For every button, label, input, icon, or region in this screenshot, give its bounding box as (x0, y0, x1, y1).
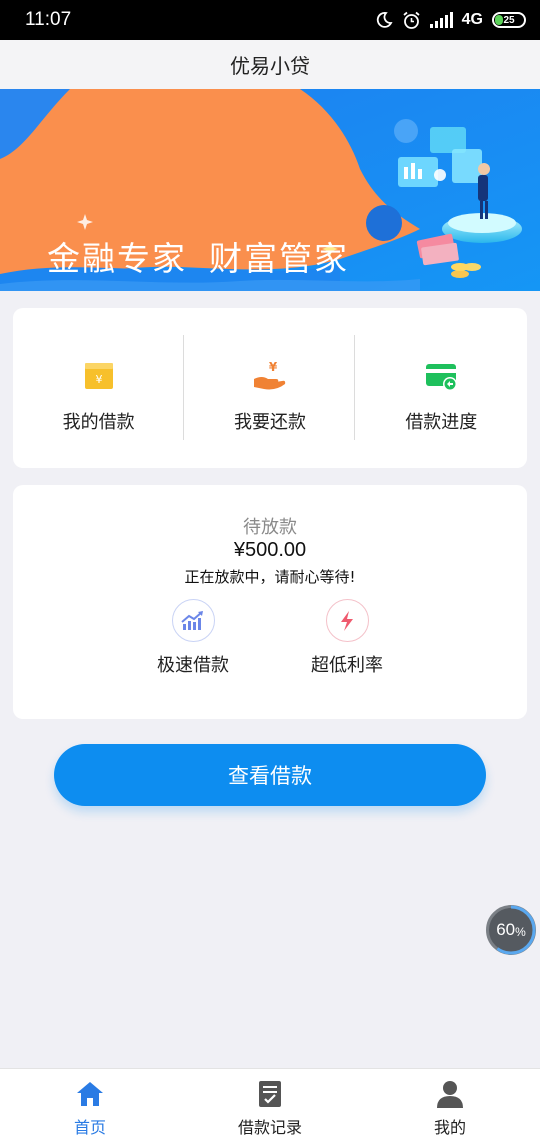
banner-slogan: 金融专家 财富管家 (47, 232, 349, 280)
moon-icon (375, 11, 393, 29)
network-type: 4G (461, 11, 483, 28)
page-title: 优易小贷 (230, 54, 310, 78)
status-icons: 4G 25 (375, 8, 526, 32)
loan-progress-button[interactable]: 借款进度 (356, 308, 527, 468)
tab-mine-label: 我的 (433, 1118, 466, 1137)
progress-ring-icon (486, 905, 536, 955)
repay-button[interactable]: ¥ 我要还款 (184, 308, 355, 468)
chart-up-icon (171, 599, 215, 642)
tab-loan-records[interactable]: 借款记录 (180, 1069, 360, 1140)
alarm-icon (402, 11, 421, 30)
title-bar: 优易小贷 (0, 40, 540, 89)
tab-mine[interactable]: 我的 (360, 1069, 540, 1140)
loan-status-label: 待放款 (243, 517, 297, 538)
battery-level: 25 (503, 14, 515, 26)
svg-text:¥: ¥ (269, 360, 278, 374)
view-loan-button[interactable]: 查看借款 (54, 744, 486, 806)
hand-yen-icon: ¥ (252, 358, 288, 394)
loan-status-card: 待放款 ¥500.00 正在放款中，请耐心等待! 极速借款 超低利率 (13, 485, 527, 719)
my-loans-button[interactable]: ¥ 我的借款 (13, 308, 184, 468)
my-loans-label: 我的借款 (62, 412, 135, 433)
tab-loan-records-label: 借款记录 (237, 1118, 302, 1137)
bottom-tab-bar: 首页 借款记录 我的 (0, 1068, 540, 1140)
lightning-icon (325, 599, 369, 642)
home-icon (74, 1079, 106, 1109)
repay-label: 我要还款 (233, 412, 306, 433)
low-rate-feature: 超低利率 (287, 599, 407, 677)
wallet-icon: ¥ (81, 358, 117, 394)
fast-loan-label: 极速借款 (157, 655, 229, 676)
tab-home-label: 首页 (73, 1118, 106, 1137)
status-time: 11:07 (25, 9, 72, 30)
quick-actions-card: ¥ 我的借款 ¥ 我要还款 借款进度 (13, 308, 527, 468)
floating-progress-widget[interactable]: 60% (486, 905, 536, 955)
loan-status-message: 正在放款中，请耐心等待! (184, 568, 356, 586)
promo-banner[interactable]: 金融专家 财富管家 (0, 89, 540, 291)
tab-home[interactable]: 首页 (0, 1069, 180, 1140)
loan-amount: ¥500.00 (233, 539, 307, 561)
loan-progress-label: 借款进度 (405, 412, 478, 433)
battery-icon: 25 (492, 12, 526, 28)
signal-icon (429, 12, 453, 28)
status-bar: 11:07 4G 25 (0, 0, 540, 40)
card-progress-icon (423, 358, 459, 394)
slogan-part2: 财富管家 (209, 239, 349, 278)
low-rate-label: 超低利率 (311, 655, 383, 676)
svg-text:¥: ¥ (95, 373, 102, 386)
document-icon (254, 1079, 286, 1109)
slogan-part1: 金融专家 (47, 239, 187, 278)
user-icon (434, 1079, 466, 1109)
fast-loan-feature: 极速借款 (133, 599, 253, 677)
